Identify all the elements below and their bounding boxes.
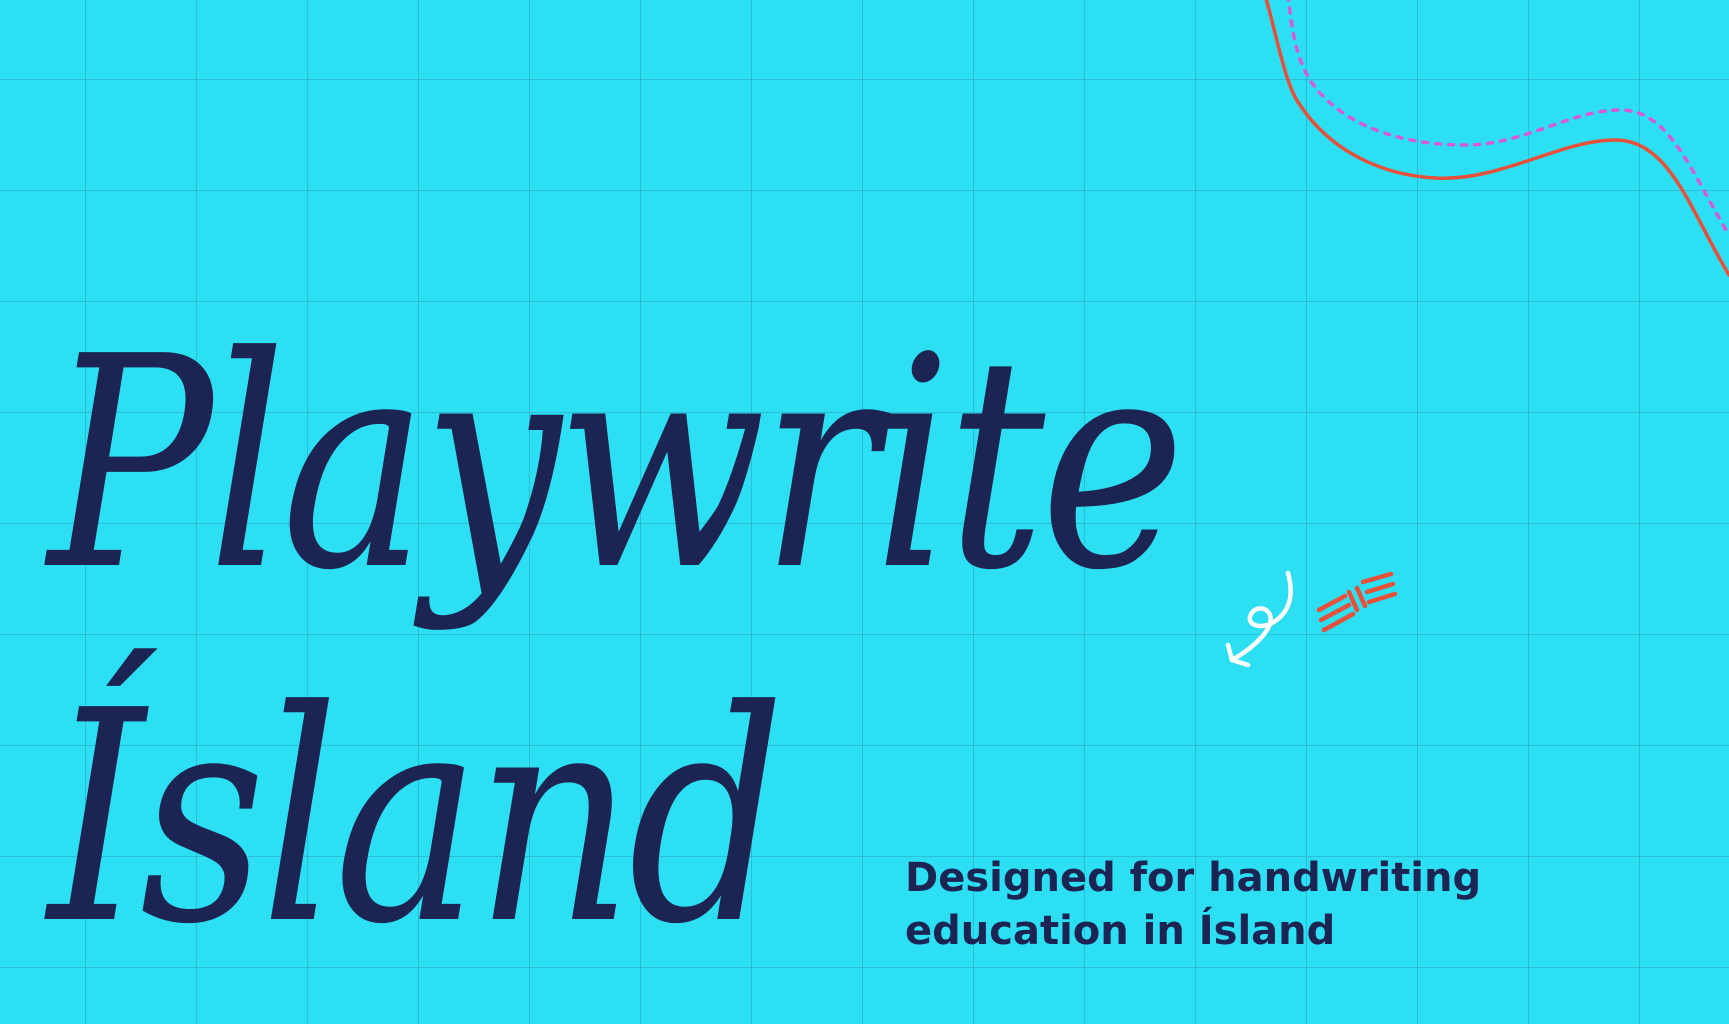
wavy-lines-decoration: [1264, 0, 1729, 277]
title-line-1: Playwrite: [48, 294, 1185, 634]
pink-dotted-line: [1286, 0, 1729, 237]
tagline-line-1: Designed for handwriting: [905, 855, 1482, 901]
title-line-2: Ísland: [48, 648, 785, 988]
tagline: Designed for handwriting education in Ís…: [905, 852, 1481, 958]
loop-arrow-icon: [1225, 570, 1293, 668]
tagline-line-2: education in Ísland: [905, 908, 1336, 954]
red-hatch-icon: [1316, 571, 1398, 633]
red-wavy-line: [1264, 0, 1729, 277]
